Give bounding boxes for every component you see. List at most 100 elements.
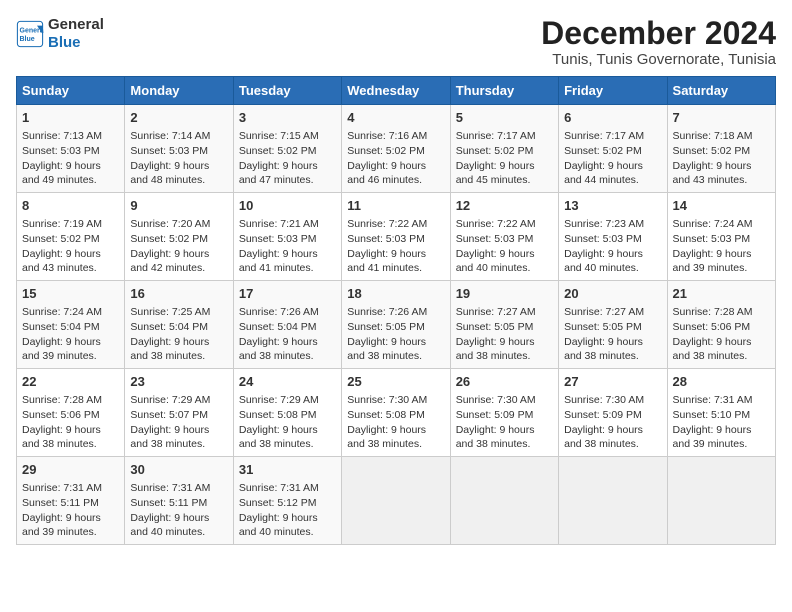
calendar-cell: 20Sunrise: 7:27 AM Sunset: 5:05 PM Dayli…	[559, 281, 667, 369]
day-number: 11	[347, 197, 444, 215]
day-info: Sunrise: 7:30 AM Sunset: 5:09 PM Dayligh…	[564, 393, 661, 452]
day-number: 16	[130, 285, 227, 303]
day-info: Sunrise: 7:30 AM Sunset: 5:09 PM Dayligh…	[456, 393, 553, 452]
day-info: Sunrise: 7:22 AM Sunset: 5:03 PM Dayligh…	[347, 217, 444, 276]
calendar-cell	[559, 456, 667, 544]
calendar-cell: 4 Sunrise: 7:16 AM Sunset: 5:02 PM Daylig…	[342, 105, 450, 193]
day-number: 12	[456, 197, 553, 215]
calendar-cell: 1 Sunrise: 7:13 AM Sunset: 5:03 PM Daylig…	[17, 105, 125, 193]
day-number: 24	[239, 373, 336, 391]
calendar-cell: 25 Sunrise: 7:30 AM Sunset: 5:08 PM Dayli…	[342, 369, 450, 457]
day-number: 3	[239, 109, 336, 127]
day-info: Sunrise: 7:22 AM Sunset: 5:03 PM Dayligh…	[456, 217, 553, 276]
day-number: 21	[673, 285, 770, 303]
day-number: 2	[130, 109, 227, 127]
day-info: Sunrise: 7:31 AM Sunset: 5:11 PM Dayligh…	[130, 481, 227, 540]
day-info: Sunrise: 7:29 AM Sunset: 5:07 PM Dayligh…	[130, 393, 227, 452]
calendar-cell: 15Sunrise: 7:24 AM Sunset: 5:04 PM Dayli…	[17, 281, 125, 369]
day-info: Sunrise: 7:31 AM Sunset: 5:12 PM Dayligh…	[239, 481, 336, 540]
day-info: Sunrise: 7:15 AM Sunset: 5:02 PM Dayligh…	[239, 129, 336, 188]
day-number: 31	[239, 461, 336, 479]
calendar-cell: 22Sunrise: 7:28 AM Sunset: 5:06 PM Dayli…	[17, 369, 125, 457]
day-number: 7	[673, 109, 770, 127]
day-number: 9	[130, 197, 227, 215]
day-number: 10	[239, 197, 336, 215]
day-number: 27	[564, 373, 661, 391]
day-number: 19	[456, 285, 553, 303]
calendar-cell: 19 Sunrise: 7:27 AM Sunset: 5:05 PM Dayli…	[450, 281, 558, 369]
logo-text-blue: Blue	[48, 34, 104, 52]
calendar-cell: 26Sunrise: 7:30 AM Sunset: 5:09 PM Dayli…	[450, 369, 558, 457]
weekday-header-saturday: Saturday	[667, 77, 775, 105]
day-number: 15	[22, 285, 119, 303]
day-info: Sunrise: 7:28 AM Sunset: 5:06 PM Dayligh…	[673, 305, 770, 364]
calendar-cell: 27 Sunrise: 7:30 AM Sunset: 5:09 PM Dayli…	[559, 369, 667, 457]
day-info: Sunrise: 7:17 AM Sunset: 5:02 PM Dayligh…	[456, 129, 553, 188]
calendar-cell	[667, 456, 775, 544]
day-info: Sunrise: 7:25 AM Sunset: 5:04 PM Dayligh…	[130, 305, 227, 364]
calendar-cell: 3 Sunrise: 7:15 AM Sunset: 5:02 PM Daylig…	[233, 105, 341, 193]
subtitle: Tunis, Tunis Governorate, Tunisia	[541, 51, 776, 68]
day-number: 13	[564, 197, 661, 215]
day-number: 25	[347, 373, 444, 391]
day-number: 8	[22, 197, 119, 215]
day-number: 17	[239, 285, 336, 303]
calendar-cell: 23 Sunrise: 7:29 AM Sunset: 5:07 PM Dayli…	[125, 369, 233, 457]
calendar-cell: 30 Sunrise: 7:31 AM Sunset: 5:11 PM Dayli…	[125, 456, 233, 544]
weekday-header-thursday: Thursday	[450, 77, 558, 105]
day-number: 30	[130, 461, 227, 479]
day-info: Sunrise: 7:24 AM Sunset: 5:03 PM Dayligh…	[673, 217, 770, 276]
day-info: Sunrise: 7:26 AM Sunset: 5:05 PM Dayligh…	[347, 305, 444, 364]
calendar-cell: 5 Sunrise: 7:17 AM Sunset: 5:02 PM Daylig…	[450, 105, 558, 193]
title-area: December 2024 Tunis, Tunis Governorate, …	[541, 16, 776, 68]
day-info: Sunrise: 7:29 AM Sunset: 5:08 PM Dayligh…	[239, 393, 336, 452]
day-info: Sunrise: 7:18 AM Sunset: 5:02 PM Dayligh…	[673, 129, 770, 188]
day-info: Sunrise: 7:19 AM Sunset: 5:02 PM Dayligh…	[22, 217, 119, 276]
day-number: 5	[456, 109, 553, 127]
day-info: Sunrise: 7:30 AM Sunset: 5:08 PM Dayligh…	[347, 393, 444, 452]
svg-text:Blue: Blue	[20, 36, 35, 43]
day-number: 18	[347, 285, 444, 303]
day-number: 14	[673, 197, 770, 215]
day-info: Sunrise: 7:23 AM Sunset: 5:03 PM Dayligh…	[564, 217, 661, 276]
logo: General Blue General Blue	[16, 16, 104, 52]
day-info: Sunrise: 7:17 AM Sunset: 5:02 PM Dayligh…	[564, 129, 661, 188]
day-info: Sunrise: 7:31 AM Sunset: 5:11 PM Dayligh…	[22, 481, 119, 540]
weekday-header-monday: Monday	[125, 77, 233, 105]
calendar-cell: 7 Sunrise: 7:18 AM Sunset: 5:02 PM Daylig…	[667, 105, 775, 193]
day-info: Sunrise: 7:20 AM Sunset: 5:02 PM Dayligh…	[130, 217, 227, 276]
calendar-cell: 29 Sunrise: 7:31 AM Sunset: 5:11 PM Dayli…	[17, 456, 125, 544]
weekday-header-tuesday: Tuesday	[233, 77, 341, 105]
calendar-cell: 2Sunrise: 7:14 AM Sunset: 5:03 PM Daylig…	[125, 105, 233, 193]
day-info: Sunrise: 7:13 AM Sunset: 5:03 PM Dayligh…	[22, 129, 119, 188]
calendar-cell: 8 Sunrise: 7:19 AM Sunset: 5:02 PM Daylig…	[17, 193, 125, 281]
calendar-cell	[342, 456, 450, 544]
day-info: Sunrise: 7:16 AM Sunset: 5:02 PM Dayligh…	[347, 129, 444, 188]
weekday-header-sunday: Sunday	[17, 77, 125, 105]
header: General Blue General Blue December 2024 …	[16, 16, 776, 68]
day-number: 23	[130, 373, 227, 391]
day-number: 29	[22, 461, 119, 479]
calendar-cell: 28Sunrise: 7:31 AM Sunset: 5:10 PM Dayli…	[667, 369, 775, 457]
day-number: 28	[673, 373, 770, 391]
calendar-cell: 10 Sunrise: 7:21 AM Sunset: 5:03 PM Dayli…	[233, 193, 341, 281]
logo-icon: General Blue	[16, 20, 44, 48]
calendar-cell: 24 Sunrise: 7:29 AM Sunset: 5:08 PM Dayli…	[233, 369, 341, 457]
day-number: 20	[564, 285, 661, 303]
calendar-cell: 12 Sunrise: 7:22 AM Sunset: 5:03 PM Dayli…	[450, 193, 558, 281]
logo-text-general: General	[48, 16, 104, 34]
calendar-cell: 9 Sunrise: 7:20 AM Sunset: 5:02 PM Daylig…	[125, 193, 233, 281]
main-title: December 2024	[541, 16, 776, 51]
weekday-header-friday: Friday	[559, 77, 667, 105]
day-number: 1	[22, 109, 119, 127]
calendar: SundayMondayTuesdayWednesdayThursdayFrid…	[16, 76, 776, 545]
day-number: 4	[347, 109, 444, 127]
day-info: Sunrise: 7:27 AM Sunset: 5:05 PM Dayligh…	[456, 305, 553, 364]
calendar-cell: 31 Sunrise: 7:31 AM Sunset: 5:12 PM Dayli…	[233, 456, 341, 544]
day-info: Sunrise: 7:21 AM Sunset: 5:03 PM Dayligh…	[239, 217, 336, 276]
weekday-header-wednesday: Wednesday	[342, 77, 450, 105]
calendar-cell: 16 Sunrise: 7:25 AM Sunset: 5:04 PM Dayli…	[125, 281, 233, 369]
calendar-cell: 11 Sunrise: 7:22 AM Sunset: 5:03 PM Dayli…	[342, 193, 450, 281]
day-info: Sunrise: 7:28 AM Sunset: 5:06 PM Dayligh…	[22, 393, 119, 452]
calendar-cell: 13 Sunrise: 7:23 AM Sunset: 5:03 PM Dayli…	[559, 193, 667, 281]
